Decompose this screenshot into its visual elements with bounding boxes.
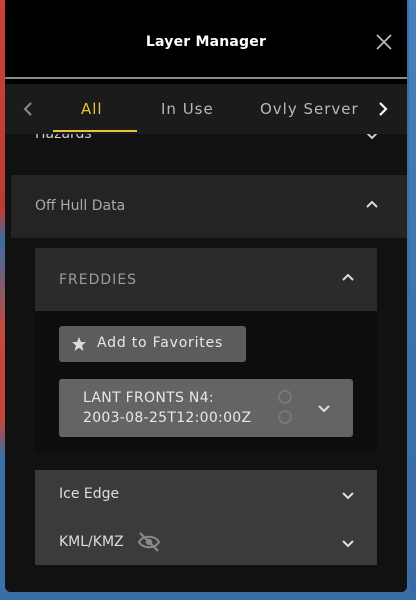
tab-bar: All In Use Ovly Server (5, 84, 407, 134)
loading-icon (278, 390, 292, 424)
panel-header: Layer Manager (5, 0, 407, 78)
section-label: KML/KMZ (59, 534, 124, 550)
layer-manager-panel: Layer Manager All In Use Ovly Server Haz… (5, 0, 407, 592)
section-label: Ice Edge (59, 486, 120, 502)
section-label: Off Hull Data (35, 198, 126, 214)
chevron-left-icon[interactable] (21, 100, 35, 118)
chevron-down-icon (342, 540, 354, 548)
section-label: Hazards (35, 134, 92, 142)
map-background-bottom (0, 592, 416, 600)
section-label: FREDDIES (59, 272, 138, 288)
header-divider (5, 77, 407, 79)
eye-off-icon[interactable] (137, 531, 161, 553)
chevron-right-icon[interactable] (376, 100, 390, 118)
favorites-label: Add to Favorites (97, 335, 224, 351)
layer-lant-fronts-n4[interactable]: LANT FRONTS N4: 2003-08-25T12:00:00Z (59, 379, 353, 437)
chevron-down-icon (318, 405, 330, 413)
section-freddies[interactable]: FREDDIES (35, 248, 377, 311)
tab-ovly-server[interactable]: Ovly Server (260, 100, 359, 118)
section-group: Ice Edge KML/KMZ (35, 470, 377, 565)
layer-list: Hazards Off Hull Data FREDDIES Add to Fa… (5, 134, 407, 592)
active-tab-indicator (53, 130, 137, 132)
chevron-down-icon (366, 134, 378, 140)
layer-name: LANT FRONTS N4: (83, 390, 214, 406)
map-background-right (409, 0, 416, 600)
section-kml-kmz[interactable]: KML/KMZ (35, 517, 377, 565)
chevron-up-icon (342, 273, 354, 281)
panel-title: Layer Manager (145, 34, 267, 50)
section-hazards[interactable]: Hazards (5, 134, 407, 154)
section-off-hull-data[interactable]: Off Hull Data (11, 175, 407, 238)
tab-all[interactable]: All (81, 100, 103, 118)
chevron-down-icon (342, 492, 354, 500)
layer-timestamp: 2003-08-25T12:00:00Z (83, 410, 252, 426)
close-icon[interactable] (375, 33, 393, 51)
section-ice-edge[interactable]: Ice Edge (35, 470, 377, 517)
chevron-up-icon (366, 200, 378, 208)
tab-in-use[interactable]: In Use (161, 100, 214, 118)
star-icon (72, 337, 86, 351)
add-to-favorites-button[interactable]: Add to Favorites (59, 326, 246, 362)
